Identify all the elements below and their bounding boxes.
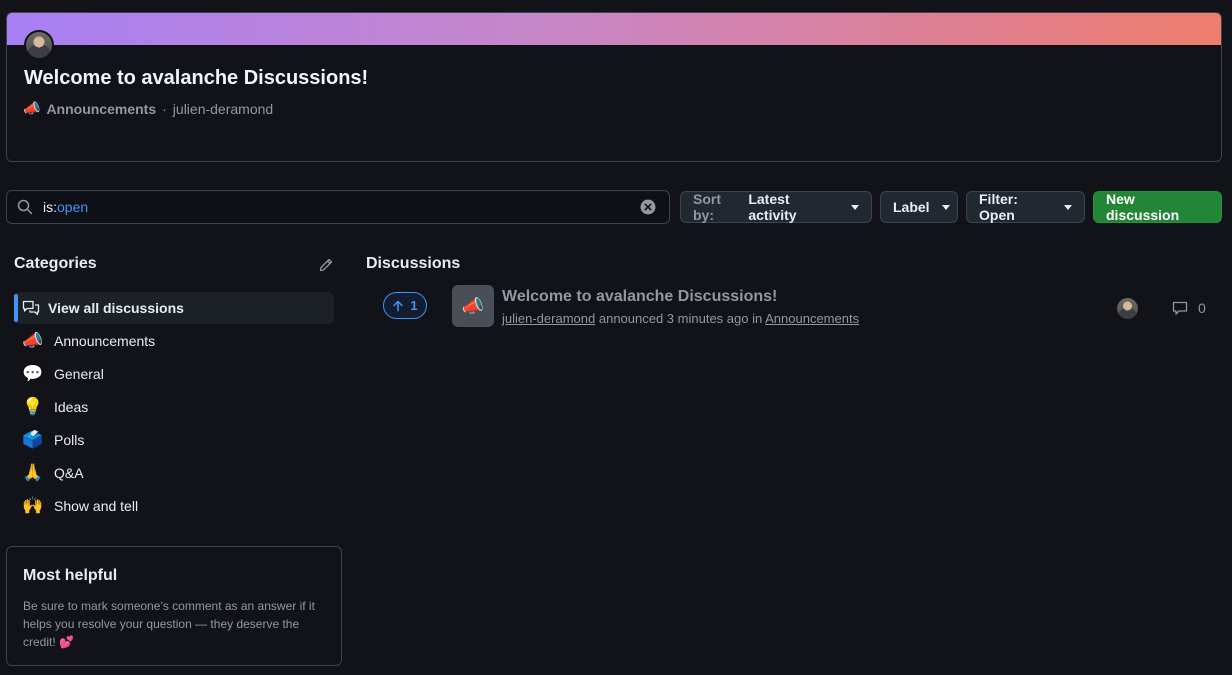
discussions-icon (22, 300, 40, 316)
discussion-title[interactable]: Welcome to avalanche Discussions! (502, 288, 777, 306)
label-button-text: Label (893, 199, 930, 215)
most-helpful-card: Most helpful Be sure to mark someone’s c… (6, 546, 342, 666)
raised-hands-icon: 🙌 (22, 495, 44, 516)
sidebar-item-polls[interactable]: 🗳️ Polls (14, 423, 334, 456)
discussion-action: announced 3 minutes ago in (598, 311, 763, 326)
most-helpful-text: Be sure to mark someone’s comment as an … (23, 599, 315, 649)
megaphone-icon: 📣 (22, 330, 44, 351)
search-input[interactable]: is:open (6, 190, 670, 224)
featured-discussion-card[interactable]: Welcome to avalanche Discussions! 📣 Anno… (6, 12, 1222, 162)
featured-category[interactable]: Announcements (46, 101, 156, 117)
author-avatar[interactable] (24, 30, 54, 60)
search-query: is:open (43, 199, 88, 215)
search-qualifier: is: (43, 199, 57, 215)
featured-author[interactable]: julien-deramond (173, 101, 273, 117)
sidebar-item-announcements[interactable]: 📣 Announcements (14, 324, 334, 357)
filter-dropdown[interactable]: Filter: Open (966, 191, 1085, 223)
featured-banner (7, 13, 1221, 45)
categories-heading: Categories (14, 255, 97, 272)
chevron-down-icon (941, 204, 950, 210)
discussion-row[interactable]: 1 📣 Welcome to avalanche Discussions! ju… (366, 284, 1216, 330)
upvote-count: 1 (410, 298, 418, 313)
sidebar-item-label: Polls (54, 431, 85, 448)
search-value: open (57, 199, 89, 215)
comment-count-value: 0 (1198, 300, 1206, 316)
lightbulb-icon: 💡 (22, 396, 44, 417)
sidebar-item-show-and-tell[interactable]: 🙌 Show and tell (14, 489, 334, 522)
meta-separator: · (162, 101, 167, 117)
category-list: View all discussions 📣 Announcements 💬 G… (14, 292, 334, 522)
sidebar-item-label: Ideas (54, 398, 89, 415)
comment-icon (1172, 301, 1188, 315)
discussion-author[interactable]: julien-deramond (502, 311, 595, 326)
most-helpful-title: Most helpful (23, 567, 118, 584)
sidebar-item-label: Show and tell (54, 497, 139, 514)
participant-avatar[interactable] (1117, 298, 1138, 319)
discussion-category[interactable]: Announcements (765, 311, 859, 326)
megaphone-icon: 📣 (452, 285, 494, 327)
sidebar-item-label: View all discussions (48, 300, 184, 316)
pencil-icon[interactable] (318, 257, 334, 273)
chevron-down-icon (851, 204, 859, 210)
chevron-down-icon (1064, 204, 1072, 210)
sidebar-item-label: Announcements (54, 332, 156, 349)
megaphone-icon: 📣 (23, 101, 41, 117)
ballot-box-icon: 🗳️ (22, 429, 44, 450)
sort-prefix: Sort by: (693, 191, 721, 223)
arrow-up-icon (393, 300, 404, 311)
upvote-button[interactable]: 1 (383, 292, 427, 319)
sort-dropdown[interactable]: Sort by: Latest activity (680, 191, 872, 223)
filter-button-text: Filter: Open (979, 191, 1018, 223)
search-icon (17, 199, 33, 215)
comment-count[interactable]: 0 (1172, 300, 1206, 316)
featured-title[interactable]: Welcome to avalanche Discussions! (24, 67, 368, 90)
sidebar-item-label: General (54, 365, 104, 382)
sidebar-item-view-all[interactable]: View all discussions (14, 292, 334, 324)
praying-hands-icon: 🙏 (22, 462, 44, 483)
sidebar-item-qa[interactable]: 🙏 Q&A (14, 456, 334, 489)
featured-meta: 📣 Announcements · julien-deramond (23, 101, 273, 117)
speech-bubble-icon: 💬 (22, 363, 44, 384)
sidebar-item-general[interactable]: 💬 General (14, 357, 334, 390)
sidebar-item-ideas[interactable]: 💡 Ideas (14, 390, 334, 423)
discussions-heading: Discussions (366, 255, 461, 272)
discussion-meta: julien-deramond announced 3 minutes ago … (502, 311, 859, 326)
new-discussion-button[interactable]: New discussion (1093, 191, 1222, 223)
clear-search-icon[interactable] (640, 199, 656, 215)
label-dropdown[interactable]: Label (880, 191, 958, 223)
sidebar-item-label: Q&A (54, 464, 84, 481)
sort-value: Latest activity (748, 191, 797, 223)
